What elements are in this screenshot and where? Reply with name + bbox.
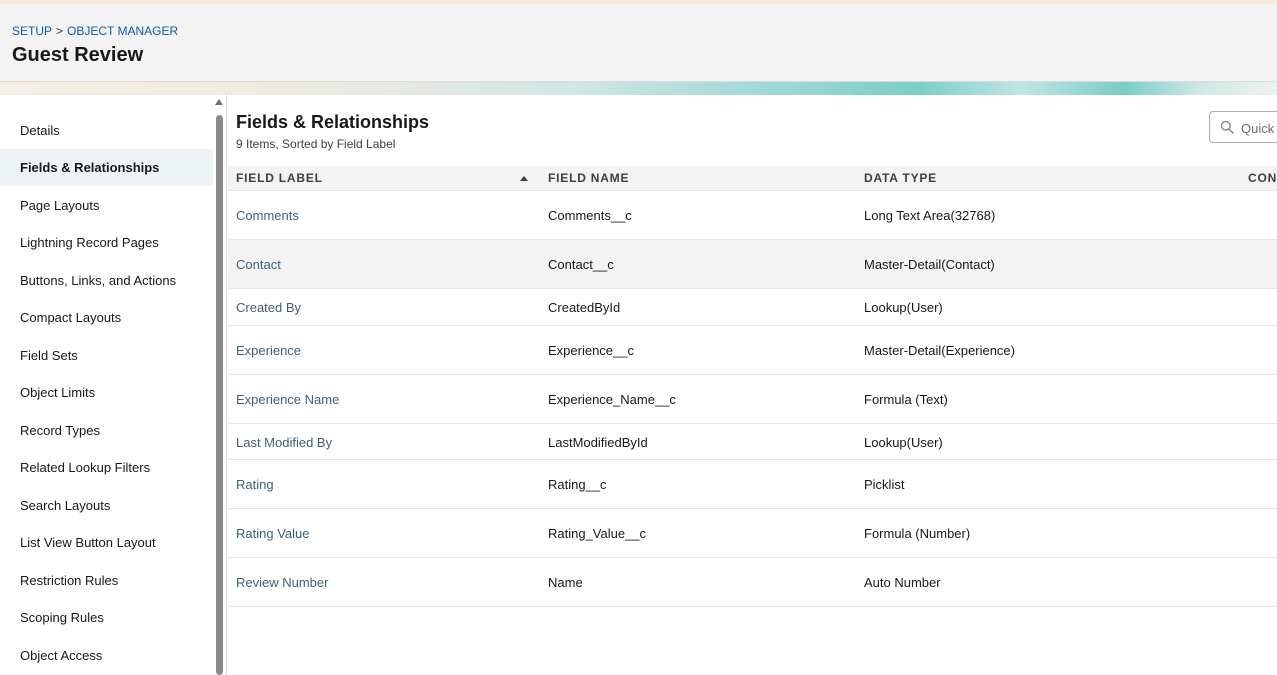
sidebar-item-record-types[interactable]: Record Types [0, 412, 213, 449]
quick-find-box[interactable] [1209, 111, 1277, 143]
table-header: FIELD LABEL FIELD NAME DATA TYPE CON [228, 166, 1277, 191]
sidebar-item-related-lookup-filters[interactable]: Related Lookup Filters [0, 449, 213, 486]
field-label-link[interactable]: Review Number [236, 575, 328, 590]
breadcrumb: SETUP > OBJECT MANAGER [12, 24, 178, 38]
field-label-link[interactable]: Rating Value [236, 526, 309, 541]
field-api-name: Rating_Value__c [548, 526, 647, 541]
table-row: Comments Comments__c Long Text Area(3276… [228, 191, 1277, 240]
page-header: SETUP > OBJECT MANAGER Guest Review [0, 4, 1277, 82]
field-data-type: Lookup(User) [864, 435, 943, 450]
field-label-link[interactable]: Last Modified By [236, 435, 332, 450]
table-row: Contact Contact__c Master-Detail(Contact… [228, 240, 1277, 289]
table-row: Experience Name Experience_Name__c Formu… [228, 375, 1277, 424]
decorative-banner [0, 82, 1277, 95]
breadcrumb-separator: > [56, 24, 64, 38]
table-row: Review Number Name Auto Number [228, 558, 1277, 607]
sidebar-scrollbar[interactable] [213, 95, 227, 675]
sidebar-item-details[interactable]: Details [0, 112, 213, 149]
field-data-type: Formula (Number) [864, 526, 971, 541]
sidebar-item-restriction-rules[interactable]: Restriction Rules [0, 562, 213, 599]
sidebar-item-fields-relationships[interactable]: Fields & Relationships [0, 149, 213, 186]
field-label-link[interactable]: Comments [236, 208, 299, 223]
search-icon [1220, 120, 1234, 134]
column-header-controlling-field[interactable]: CON [1248, 166, 1277, 191]
field-api-name: CreatedById [548, 300, 621, 315]
field-label-link[interactable]: Contact [236, 257, 281, 272]
column-header-data-type[interactable]: DATA TYPE [864, 166, 937, 191]
column-header-field-label[interactable]: FIELD LABEL [236, 166, 323, 191]
field-api-name: Name [548, 575, 583, 590]
scrollbar-thumb[interactable] [216, 115, 223, 675]
field-label-link[interactable]: Created By [236, 300, 301, 315]
sidebar-item-scoping-rules[interactable]: Scoping Rules [0, 599, 213, 636]
field-data-type: Master-Detail(Contact) [864, 257, 995, 272]
sidebar-item-lightning-record-pages[interactable]: Lightning Record Pages [0, 224, 213, 261]
sidebar-item-object-access[interactable]: Object Access [0, 637, 213, 674]
field-data-type: Lookup(User) [864, 300, 943, 315]
table-row: Created By CreatedById Lookup(User) [228, 289, 1277, 326]
section-title: Fields & Relationships [236, 112, 430, 132]
quick-find-input[interactable] [1241, 118, 1277, 138]
field-data-type: Formula (Text) [864, 392, 948, 407]
sidebar-item-page-layouts[interactable]: Page Layouts [0, 187, 213, 224]
column-header-field-name[interactable]: FIELD NAME [548, 166, 629, 191]
field-label-link[interactable]: Rating [236, 477, 274, 492]
breadcrumb-setup-link[interactable]: SETUP [12, 24, 52, 38]
field-api-name: Rating__c [548, 477, 607, 492]
sidebar-item-field-sets[interactable]: Field Sets [0, 337, 213, 374]
table-row: Experience Experience__c Master-Detail(E… [228, 326, 1277, 375]
field-api-name: Contact__c [548, 257, 614, 272]
scroll-up-arrow-icon[interactable] [215, 99, 223, 105]
sidebar-item-object-limits[interactable]: Object Limits [0, 374, 213, 411]
section-subtitle: 9 Items, Sorted by Field Label [236, 137, 396, 151]
field-api-name: LastModifiedById [548, 435, 648, 450]
sidebar: Details Fields & Relationships Page Layo… [0, 95, 213, 675]
field-data-type: Master-Detail(Experience) [864, 343, 1015, 358]
breadcrumb-object-manager-link[interactable]: OBJECT MANAGER [67, 24, 178, 38]
field-api-name: Comments__c [548, 208, 632, 223]
table-row: Rating Value Rating_Value__c Formula (Nu… [228, 509, 1277, 558]
sort-ascending-icon[interactable] [520, 176, 528, 181]
main-content: Fields & Relationships 9 Items, Sorted b… [228, 95, 1277, 675]
table-row: Rating Rating__c Picklist [228, 460, 1277, 509]
field-api-name: Experience_Name__c [548, 392, 676, 407]
field-data-type: Auto Number [864, 575, 941, 590]
sidebar-item-buttons-links-actions[interactable]: Buttons, Links, and Actions [0, 262, 213, 299]
field-label-link[interactable]: Experience [236, 343, 301, 358]
field-data-type: Picklist [864, 477, 905, 492]
field-label-link[interactable]: Experience Name [236, 392, 339, 407]
sidebar-item-compact-layouts[interactable]: Compact Layouts [0, 299, 213, 336]
field-data-type: Long Text Area(32768) [864, 208, 996, 223]
sidebar-item-search-layouts[interactable]: Search Layouts [0, 487, 213, 524]
table-row: Last Modified By LastModifiedById Lookup… [228, 424, 1277, 460]
sidebar-item-list-view-button-layout[interactable]: List View Button Layout [0, 524, 213, 561]
page-title: Guest Review [12, 44, 144, 66]
field-api-name: Experience__c [548, 343, 634, 358]
